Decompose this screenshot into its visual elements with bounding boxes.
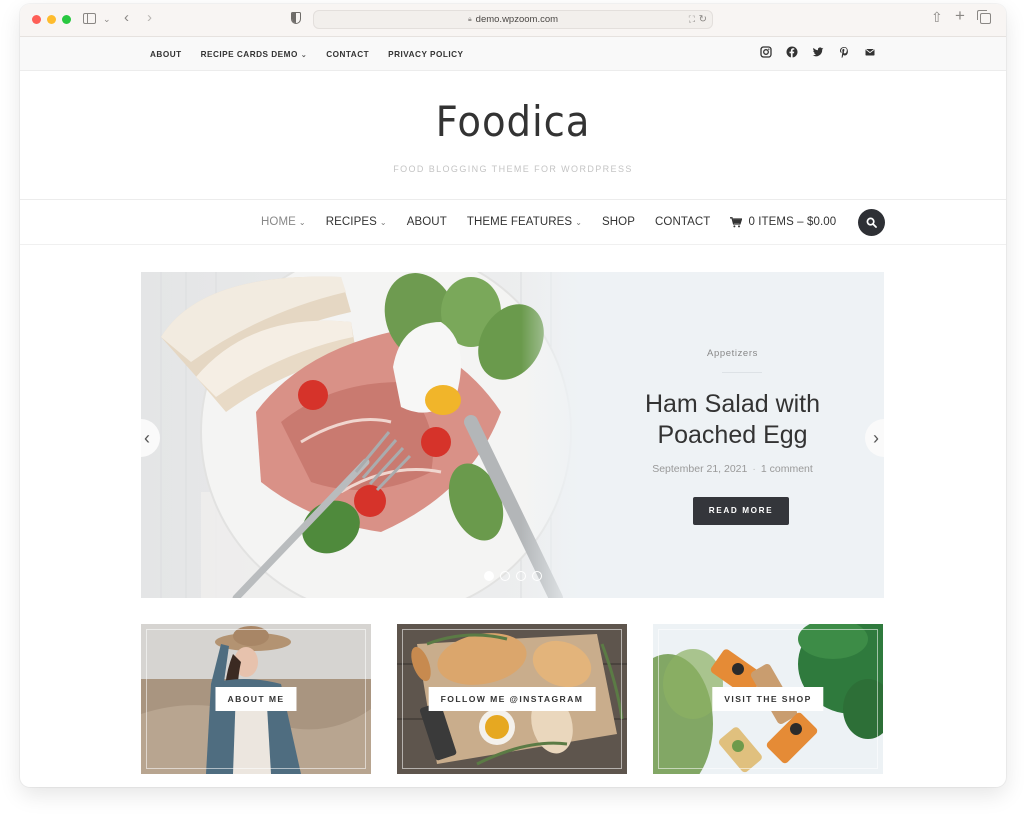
- slide-title-line-1: Ham Salad with: [644, 390, 821, 418]
- email-icon[interactable]: [864, 46, 876, 58]
- top-menu-contact-label: CONTACT: [326, 49, 370, 59]
- shield-icon[interactable]: [291, 12, 301, 24]
- feature-cards: ABOUT ME FOLLOW ME @INSTAGRAM VISIT THE …: [141, 624, 884, 774]
- slider-dot-4[interactable]: [532, 571, 542, 581]
- nav-about[interactable]: ABOUT: [407, 216, 447, 228]
- nav-home-label: HOME: [261, 216, 296, 228]
- chevron-right-icon: ›: [873, 427, 879, 448]
- twitter-icon[interactable]: [812, 46, 824, 58]
- top-menu-privacy-policy[interactable]: PRIVACY POLICY: [388, 50, 463, 59]
- search-button[interactable]: [858, 209, 885, 236]
- meta-separator: ·: [752, 463, 756, 475]
- top-menu-contact[interactable]: CONTACT: [326, 50, 369, 59]
- zoom-window-button[interactable]: [62, 15, 71, 24]
- new-tab-button[interactable]: +: [955, 7, 965, 24]
- slide-image-ham-salad[interactable]: [141, 272, 581, 598]
- nav-home[interactable]: HOME ⌄: [261, 216, 306, 228]
- chevron-left-icon: ‹: [144, 427, 150, 448]
- chevron-down-icon: ⌄: [298, 218, 306, 227]
- slide-comments-link[interactable]: 1 comment: [761, 463, 813, 475]
- lock-icon: 🔒︎: [467, 16, 472, 23]
- pinterest-icon[interactable]: [838, 46, 850, 58]
- sidebar-icon[interactable]: [83, 13, 96, 24]
- slide-divider: [722, 372, 762, 373]
- main-menu: HOME ⌄ RECIPES ⌄ ABOUT THEME FEATURES ⌄ SHO…: [261, 200, 836, 244]
- top-menu-recipe-cards-label: RECIPE CARDS DEMO: [200, 49, 298, 59]
- window-controls: [32, 15, 71, 24]
- top-menu: ABOUT RECIPE CARDS DEMO ⌄ CONTACT PRIVACY…: [150, 37, 464, 71]
- reload-icon[interactable]: ↻: [699, 11, 707, 28]
- slide-title-line-2: Poached Egg: [657, 421, 808, 449]
- food-plate-illustration: [141, 272, 581, 598]
- translate-icon[interactable]: ⛶: [689, 11, 695, 28]
- top-menu-about[interactable]: ABOUT: [150, 50, 182, 59]
- browser-toolbar: ⌄ ‹ › 🔒︎ demo.wpzoom.com ⛶ ↻ ⇧ +: [20, 4, 1006, 37]
- instagram-icon[interactable]: [760, 46, 772, 58]
- close-window-button[interactable]: [32, 15, 41, 24]
- card-visit-shop[interactable]: VISIT THE SHOP: [653, 624, 883, 774]
- search-icon: [866, 217, 877, 228]
- cart-summary: 0 ITEMS – $0.00: [748, 216, 837, 228]
- chevron-down-icon: ⌄: [379, 218, 387, 227]
- facebook-icon[interactable]: [786, 46, 798, 58]
- cart-icon: [730, 216, 743, 227]
- site-tagline: FOOD BLOGGING THEME FOR WORDPRESS: [393, 164, 633, 174]
- forward-button[interactable]: ›: [147, 10, 152, 25]
- slider-dot-1[interactable]: [484, 571, 494, 581]
- slider-pagination: [484, 571, 542, 581]
- nav-about-label: ABOUT: [406, 216, 447, 228]
- nav-shop-label: SHOP: [602, 216, 635, 228]
- address-bar[interactable]: 🔒︎ demo.wpzoom.com ⛶ ↻: [313, 10, 713, 29]
- top-menu-recipe-cards-demo[interactable]: RECIPE CARDS DEMO ⌄: [201, 50, 308, 59]
- slider-dot-3[interactable]: [516, 571, 526, 581]
- minimize-window-button[interactable]: [47, 15, 56, 24]
- read-more-button[interactable]: READ MORE: [693, 497, 789, 525]
- site-header: Foodica FOOD BLOGGING THEME FOR WORDPRES…: [20, 71, 1006, 200]
- nav-recipes[interactable]: RECIPES ⌄: [326, 216, 387, 228]
- slide-category[interactable]: Appetizers: [581, 348, 884, 359]
- tabs-overview-icon[interactable]: [977, 10, 991, 24]
- slide-title[interactable]: Ham Salad with Poached Egg: [581, 389, 884, 451]
- share-icon[interactable]: ⇧: [931, 10, 943, 24]
- cart-link[interactable]: 0 ITEMS – $0.00: [730, 216, 836, 228]
- slide-content: Appetizers Ham Salad with Poached Egg Se…: [581, 272, 884, 598]
- card-label-about-me[interactable]: ABOUT ME: [215, 687, 297, 711]
- featured-slider: Appetizers Ham Salad with Poached Egg Se…: [141, 272, 884, 598]
- top-bar: ABOUT RECIPE CARDS DEMO ⌄ CONTACT PRIVACY…: [20, 37, 1006, 71]
- slider-dot-2[interactable]: [500, 571, 510, 581]
- url-text: demo.wpzoom.com: [475, 14, 559, 25]
- slide-meta: September 21, 2021 · 1 comment: [581, 463, 884, 475]
- card-label-follow-instagram[interactable]: FOLLOW ME @INSTAGRAM: [428, 687, 596, 711]
- chevron-down-icon: ⌄: [575, 218, 582, 227]
- main-navigation: HOME ⌄ RECIPES ⌄ ABOUT THEME FEATURES ⌄ SHO…: [20, 200, 1006, 245]
- social-links: [760, 46, 876, 58]
- nav-theme-features-label: THEME FEATURES: [466, 216, 573, 228]
- nav-recipes-label: RECIPES: [325, 216, 377, 228]
- top-menu-about-label: ABOUT: [150, 49, 182, 59]
- nav-contact-label: CONTACT: [655, 216, 711, 228]
- top-menu-privacy-label: PRIVACY POLICY: [388, 49, 464, 59]
- slide-date: September 21, 2021: [652, 463, 748, 475]
- back-button[interactable]: ‹: [124, 10, 129, 25]
- nav-theme-features[interactable]: THEME FEATURES ⌄: [467, 216, 582, 228]
- card-about-me[interactable]: ABOUT ME: [141, 624, 371, 774]
- card-label-visit-shop[interactable]: VISIT THE SHOP: [712, 687, 824, 711]
- site-logo[interactable]: Foodica: [59, 97, 966, 146]
- card-follow-instagram[interactable]: FOLLOW ME @INSTAGRAM: [397, 624, 627, 774]
- nav-shop[interactable]: SHOP: [602, 216, 635, 228]
- nav-contact[interactable]: CONTACT: [655, 216, 710, 228]
- browser-window: ⌄ ‹ › 🔒︎ demo.wpzoom.com ⛶ ↻ ⇧ + ABOUT RE…: [20, 4, 1006, 787]
- chevron-down-icon: ⌄: [300, 51, 308, 59]
- chevron-down-icon[interactable]: ⌄: [103, 12, 111, 26]
